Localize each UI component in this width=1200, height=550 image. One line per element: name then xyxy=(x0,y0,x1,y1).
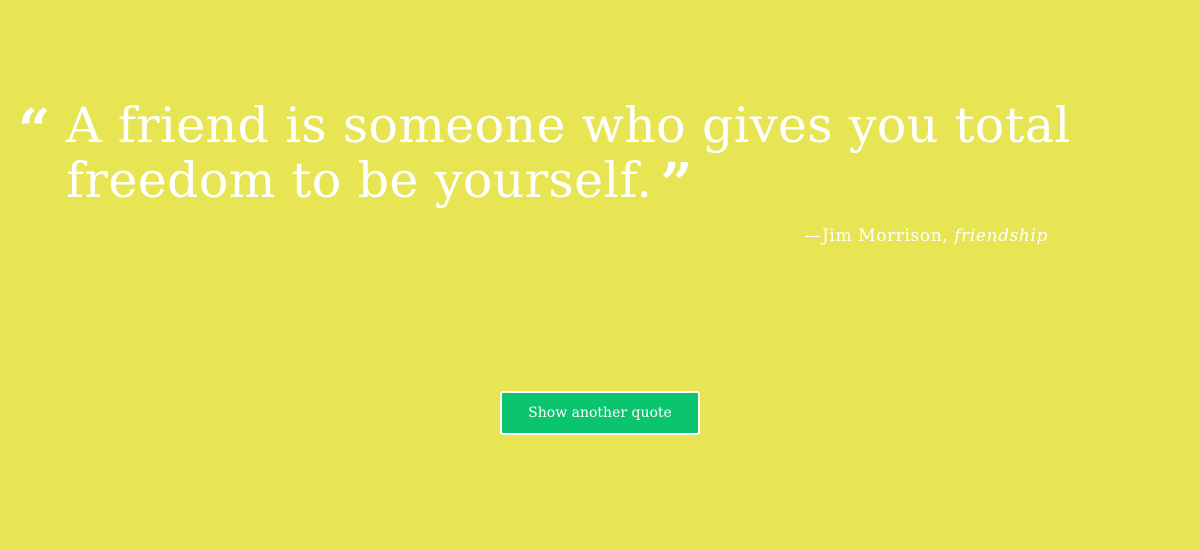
quote-text: A friend is someone who gives you total … xyxy=(66,97,1071,217)
quote-author: —Jim Morrison, xyxy=(804,226,955,246)
show-another-quote-button[interactable]: Show another quote xyxy=(500,391,700,435)
open-quote-mark: “ xyxy=(18,97,51,163)
quote-body: A friend is someone who gives you total … xyxy=(66,97,1071,209)
quote-block: “ A friend is someone who gives you tota… xyxy=(18,97,1118,212)
quote-topic: friendship xyxy=(954,226,1048,246)
quote-attribution: —Jim Morrison, friendship xyxy=(804,226,1048,246)
